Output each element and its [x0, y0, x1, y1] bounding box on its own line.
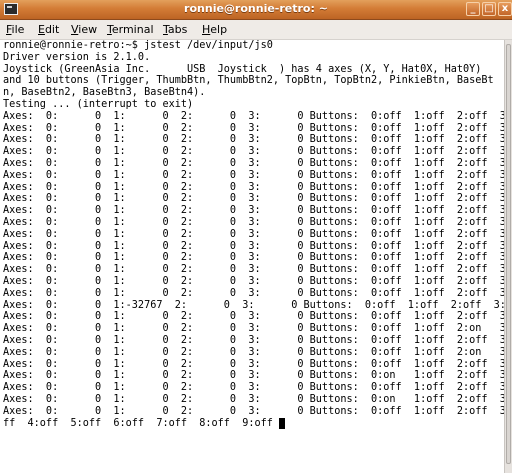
minimize-button[interactable]: _	[466, 2, 480, 16]
terminal-line: ronnie@ronnie-retro:~$ jstest /dev/input…	[3, 40, 273, 51]
terminal-line: Axes: 0: 0 1: 0 2: 0 3: 0 Buttons: 0:off…	[3, 216, 504, 228]
menu-view[interactable]: View	[71, 23, 97, 36]
terminal-last-line-text: ff 4:off 5:off 6:off 7:off 8:off 9:off	[3, 417, 280, 429]
terminal-line: Axes: 0: 0 1: 0 2: 0 3: 0 Buttons: 0:off…	[3, 358, 504, 370]
close-button[interactable]: x	[498, 2, 512, 16]
terminal-last-line: ff 4:off 5:off 6:off 7:off 8:off 9:off	[3, 417, 504, 430]
menu-tabs-label: abs	[167, 23, 188, 36]
terminal-line: Axes: 0: 0 1: 0 2: 0 3: 0 Buttons: 0:off…	[3, 157, 504, 169]
terminal-line: Axes: 0: 0 1: 0 2: 0 3: 0 Buttons: 0:off…	[3, 193, 504, 205]
terminal-line: Axes: 0: 0 1: 0 2: 0 3: 0 Buttons: 0:off…	[3, 287, 504, 299]
terminal-line: Axes: 0: 0 1:-32767 2: 0 3: 0 Buttons: 0…	[3, 299, 504, 311]
menu-edit[interactable]: Edit	[38, 23, 59, 36]
menu-terminal[interactable]: Terminal	[107, 23, 154, 36]
menu-bar: File Edit View Terminal Tabs Help	[0, 20, 512, 40]
terminal-line: Axes: 0: 0 1: 0 2: 0 3: 0 Buttons: 0:off…	[3, 146, 504, 158]
terminal-line: Testing ... (interrupt to exit)	[3, 98, 194, 110]
terminal-line: Axes: 0: 0 1: 0 2: 0 3: 0 Buttons: 0:off…	[3, 110, 504, 122]
menu-view-label: iew	[78, 23, 98, 36]
terminal-line: Axes: 0: 0 1: 0 2: 0 3: 0 Buttons: 0:on …	[3, 370, 504, 382]
terminal-line: Driver version is 2.1.0.	[3, 51, 151, 63]
terminal-line: Axes: 0: 0 1: 0 2: 0 3: 0 Buttons: 0:off…	[3, 382, 504, 394]
terminal-line: Axes: 0: 0 1: 0 2: 0 3: 0 Buttons: 0:off…	[3, 264, 504, 276]
terminal-line: Axes: 0: 0 1: 0 2: 0 3: 0 Buttons: 0:off…	[3, 122, 504, 134]
terminal-output[interactable]: ronnie@ronnie-retro:~$ jstest /dev/input…	[0, 40, 504, 473]
terminal-line: Axes: 0: 0 1: 0 2: 0 3: 0 Buttons: 0:off…	[3, 181, 504, 193]
title-bar[interactable]: ronnie@ronnie-retro: ~ _ □ x	[0, 0, 512, 20]
text-cursor	[279, 417, 286, 429]
terminal-line: n, BaseBtn2, BaseBtn3, BaseBtn4).	[3, 87, 206, 99]
menu-edit-label: dit	[44, 23, 60, 36]
menu-file[interactable]: File	[6, 23, 24, 36]
terminal-line: Axes: 0: 0 1: 0 2: 0 3: 0 Buttons: 0:off…	[3, 240, 504, 252]
terminal-line: Axes: 0: 0 1: 0 2: 0 3: 0 Buttons: 0:off…	[3, 323, 504, 335]
terminal-line: Axes: 0: 0 1: 0 2: 0 3: 0 Buttons: 0:off…	[3, 334, 504, 346]
terminal-text: ronnie@ronnie-retro:~$ jstest /dev/input…	[0, 40, 504, 429]
terminal-line: Axes: 0: 0 1: 0 2: 0 3: 0 Buttons: 0:off…	[3, 169, 504, 181]
menu-terminal-label: erminal	[111, 23, 154, 36]
terminal-line: and 10 buttons (Trigger, ThumbBtn, Thumb…	[3, 75, 494, 87]
menu-edit-mnemonic: E	[38, 23, 45, 36]
terminal-line: Axes: 0: 0 1: 0 2: 0 3: 0 Buttons: 0:off…	[3, 275, 504, 287]
terminal-line: Joystick (GreenAsia Inc. USB Joystick ) …	[3, 63, 482, 75]
terminal-line: Axes: 0: 0 1: 0 2: 0 3: 0 Buttons: 0:on …	[3, 393, 504, 405]
menu-help[interactable]: Help	[202, 23, 227, 36]
window-title: ronnie@ronnie-retro: ~	[184, 2, 328, 15]
terminal-line: Axes: 0: 0 1: 0 2: 0 3: 0 Buttons: 0:off…	[3, 252, 504, 264]
terminal-window: ronnie@ronnie-retro: ~ _ □ x File Edit V…	[0, 0, 512, 473]
terminal-line: Axes: 0: 0 1: 0 2: 0 3: 0 Buttons: 0:off…	[3, 405, 504, 417]
terminal-line: Axes: 0: 0 1: 0 2: 0 3: 0 Buttons: 0:off…	[3, 228, 504, 240]
terminal-line: Axes: 0: 0 1: 0 2: 0 3: 0 Buttons: 0:off…	[3, 205, 504, 217]
terminal-line: Axes: 0: 0 1: 0 2: 0 3: 0 Buttons: 0:off…	[3, 346, 504, 358]
maximize-button[interactable]: □	[482, 2, 496, 16]
terminal-line: Axes: 0: 0 1: 0 2: 0 3: 0 Buttons: 0:off…	[3, 134, 504, 146]
vertical-scrollbar[interactable]	[504, 40, 512, 473]
menu-help-label: elp	[210, 23, 228, 36]
menu-file-label: ile	[11, 23, 25, 36]
scrollbar-thumb[interactable]	[506, 44, 511, 464]
terminal-line: Axes: 0: 0 1: 0 2: 0 3: 0 Buttons: 0:off…	[3, 311, 504, 323]
menu-tabs[interactable]: Tabs	[163, 23, 187, 36]
